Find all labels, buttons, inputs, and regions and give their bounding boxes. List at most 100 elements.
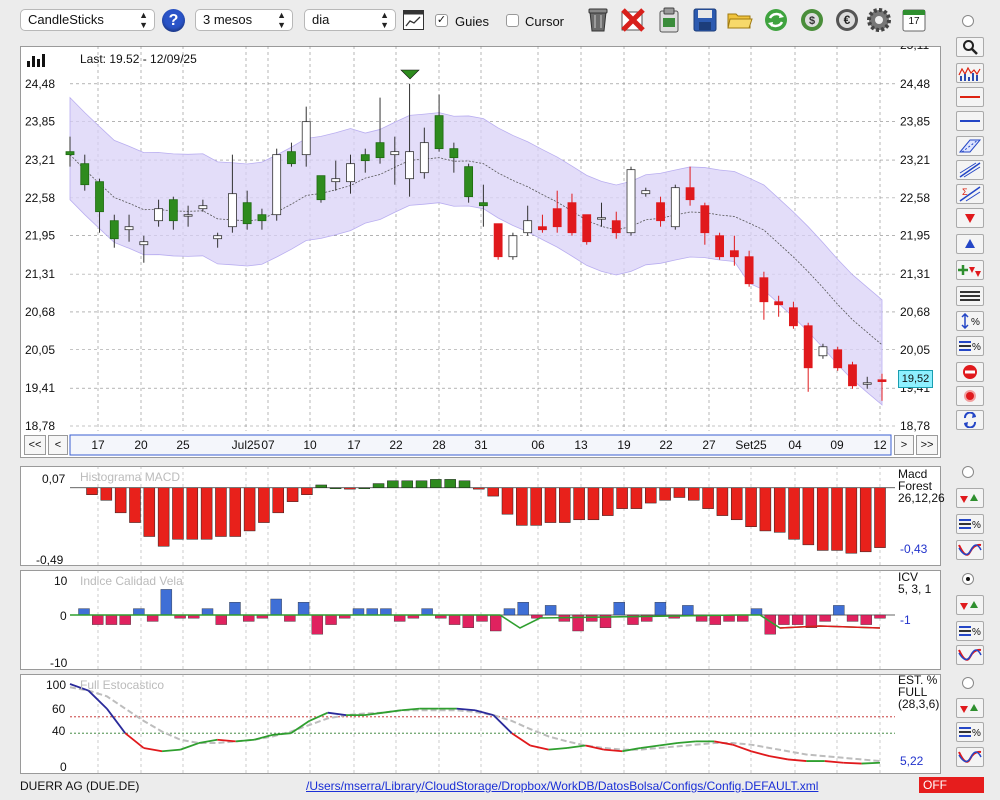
record-button[interactable] [956, 386, 984, 406]
calendar-icon[interactable]: 17 [900, 6, 928, 34]
nav-next-button[interactable]: > [894, 435, 914, 455]
svg-text:$: $ [809, 15, 815, 27]
delete-chart-icon[interactable] [619, 6, 647, 34]
icv-tick-bottom: -10 [50, 656, 68, 670]
macd-bar [616, 487, 628, 509]
candle-body [95, 181, 104, 213]
list-button[interactable] [956, 286, 984, 306]
horizontal-blue-line-button[interactable] [956, 111, 984, 131]
stoch-signals-button[interactable] [956, 698, 984, 718]
icv-bar [517, 602, 529, 616]
no-entry-button[interactable] [956, 362, 984, 382]
candle [670, 184, 680, 230]
macd-bar [86, 487, 98, 495]
macd-radio[interactable] [962, 466, 974, 478]
chart-window-icon[interactable] [403, 10, 424, 30]
horizontal-red-line-button[interactable] [956, 87, 984, 107]
candle-body [729, 250, 739, 258]
y-tick-label: 21,31 [25, 267, 55, 281]
trendline-button[interactable] [956, 160, 984, 180]
svg-text:%: % [972, 728, 981, 739]
vertical-percent-button[interactable]: % [956, 311, 984, 331]
icv-bar [544, 605, 557, 616]
x-tick-label: 10 [303, 438, 317, 452]
macd-bar [157, 487, 170, 547]
macd-bottom-tick: -0,49 [36, 553, 64, 567]
trash-icon[interactable] [584, 6, 612, 34]
icv-bar [476, 614, 488, 622]
icv-radio[interactable] [962, 573, 974, 585]
macd-bar [100, 487, 113, 501]
cursor-checkbox[interactable] [506, 14, 519, 27]
stoch-d-line [69, 686, 881, 763]
stoch-percent-button[interactable]: % [956, 722, 984, 742]
nav-first-button[interactable]: << [24, 435, 46, 455]
channel-button[interactable] [956, 136, 984, 156]
stoch-k-segment [235, 738, 255, 743]
y-tick-label-right: 23,21 [900, 153, 930, 167]
open-folder-icon[interactable] [726, 6, 754, 34]
arrow-down-button[interactable] [956, 208, 984, 228]
icv-curve-button[interactable] [956, 645, 984, 665]
volume-profile-button[interactable] [956, 63, 984, 83]
macd-bar [258, 487, 270, 523]
icv-percent-button[interactable]: % [956, 621, 984, 641]
signals-arrows-icon [960, 494, 978, 503]
candle-body [65, 151, 75, 156]
candle-body [611, 220, 621, 234]
clipboard-icon[interactable] [655, 6, 683, 34]
arrow-up-button[interactable] [956, 234, 984, 254]
interval-select[interactable]: dia ▲ ▼ [304, 9, 396, 31]
macd-bar [859, 487, 872, 553]
icv-signals-button[interactable] [956, 595, 984, 615]
nav-last-button[interactable]: >> [916, 435, 938, 455]
macd-title: Histograma MACD [80, 470, 181, 484]
macd-signals-button[interactable] [956, 488, 984, 508]
refresh-icon[interactable] [762, 6, 790, 34]
macd-bar [200, 487, 213, 540]
icv-bar [201, 608, 214, 616]
sync-button[interactable] [956, 410, 984, 430]
icv-bar [242, 614, 255, 622]
y-tick-label-right: 21,95 [900, 229, 930, 243]
macd-percent-button[interactable]: % [956, 514, 984, 534]
zoom-search-button[interactable] [956, 37, 984, 57]
interval-value: dia [312, 12, 330, 27]
currency-dollar-icon[interactable]: $ [798, 6, 826, 34]
fibonacci-button[interactable]: Σ [956, 184, 984, 204]
stoch-radio[interactable] [962, 677, 974, 689]
candle-body [582, 214, 592, 243]
nav-prev-button[interactable]: < [48, 435, 68, 455]
y-tick-label-right: 21,31 [900, 267, 930, 281]
macd-curve-button[interactable] [956, 540, 984, 560]
stoch-params: (28,3,6) [898, 697, 940, 711]
help-icon[interactable]: ? [162, 9, 185, 32]
gear-icon[interactable] [865, 6, 893, 34]
period-select[interactable]: 3 mesos ▲ ▼ [195, 9, 293, 31]
candle-body [213, 235, 223, 240]
config-path-link[interactable]: /Users/mserra/Library/CloudStorage/Dropb… [306, 779, 818, 793]
candle-body [848, 364, 857, 387]
currency-euro-icon[interactable]: € [833, 6, 861, 34]
stoch-k-segment [364, 711, 384, 717]
stoch-curve-button[interactable] [956, 747, 984, 767]
stoch-k-segment [106, 708, 126, 734]
macd-bar [630, 487, 643, 509]
save-icon[interactable] [691, 6, 719, 34]
price-chart[interactable]: 24,48 24,48 23,85 23,85 23,21 23,21 22,58 22,58… [20, 46, 941, 458]
macd-bar [716, 487, 729, 516]
macd-bar [659, 487, 671, 501]
y-tick-label: 21,95 [25, 229, 55, 243]
main-radio[interactable] [962, 15, 974, 27]
horizontal-percent-button[interactable]: % [956, 336, 984, 356]
chart-type-select[interactable]: CandleSticks ▲ ▼ [20, 9, 155, 31]
chevron-updown-icon: ▲ ▼ [380, 10, 389, 30]
macd-bar [372, 483, 385, 488]
off-status-badge[interactable]: OFF [919, 777, 984, 793]
add-signals-button[interactable] [956, 260, 984, 280]
guides-checkbox[interactable]: ✓ [435, 14, 448, 27]
no-entry-icon [963, 365, 977, 379]
x-tick-label: 07 [261, 438, 275, 452]
stoch-k-segment [824, 760, 844, 764]
candle-body [552, 208, 562, 228]
